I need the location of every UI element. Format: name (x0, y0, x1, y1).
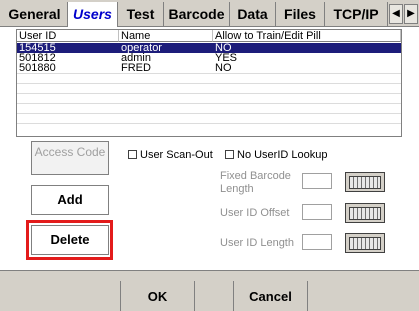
delete-button[interactable]: Delete (31, 225, 109, 255)
grid-line (17, 83, 401, 84)
tab-bar: General Users Test Barcode Data Files TC… (0, 0, 419, 28)
no-userid-lookup-checkbox[interactable] (225, 150, 234, 159)
table-row[interactable]: 501812 admin YES (17, 53, 401, 64)
column-header-user-id[interactable]: User ID (17, 30, 119, 42)
fixed-barcode-length-keypad-button[interactable] (345, 172, 385, 192)
fixed-barcode-length-label: Fixed Barcode Length (220, 170, 291, 195)
users-panel: User ID Name Allow to Train/Edit Pill 15… (0, 27, 419, 270)
grid-line (17, 103, 401, 104)
cell-user-id: 501880 (19, 62, 56, 74)
ok-button[interactable]: OK (120, 281, 195, 311)
grid-line (17, 123, 401, 124)
user-id-length-input[interactable] (302, 234, 332, 250)
user-id-offset-keypad-button[interactable] (345, 203, 385, 223)
user-scan-out-label: User Scan-Out (140, 149, 213, 161)
grid-line (17, 113, 401, 114)
list-header: User ID Name Allow to Train/Edit Pill (17, 30, 401, 42)
user-id-offset-input[interactable] (302, 204, 332, 220)
user-id-length-keypad-button[interactable] (345, 233, 385, 253)
cell-name: FRED (121, 62, 151, 74)
grid-line (17, 93, 401, 94)
tab-barcode[interactable]: Barcode (164, 2, 230, 26)
cell-allow: NO (215, 62, 232, 74)
user-id-offset-label: User ID Offset (220, 207, 290, 219)
add-button[interactable]: Add (31, 185, 109, 215)
column-header-name[interactable]: Name (119, 30, 213, 42)
keyboard-icon (349, 206, 381, 220)
grid-line (17, 73, 401, 74)
tab-test[interactable]: Test (118, 2, 164, 26)
tab-scroll-left-icon[interactable]: ◀ (389, 4, 403, 24)
table-row[interactable]: 154515 operator NO (17, 43, 401, 54)
user-id-length-label: User ID Length (220, 237, 294, 249)
tab-files[interactable]: Files (276, 2, 325, 26)
user-scan-out-checkbox[interactable] (128, 150, 137, 159)
no-userid-lookup-label: No UserID Lookup (237, 149, 328, 161)
cancel-button[interactable]: Cancel (233, 281, 308, 311)
column-header-allow-train[interactable]: Allow to Train/Edit Pill (213, 30, 401, 42)
tab-general[interactable]: General (2, 2, 68, 26)
tab-users[interactable]: Users (68, 2, 118, 28)
tab-scroll-right-icon[interactable]: ▶ (404, 4, 418, 24)
keyboard-icon (349, 236, 381, 250)
fixed-barcode-length-input[interactable] (302, 173, 332, 189)
access-code-button[interactable]: Access Code (31, 141, 109, 175)
user-list[interactable]: User ID Name Allow to Train/Edit Pill 15… (16, 29, 402, 137)
tab-tcpip[interactable]: TCP/IP (325, 2, 388, 26)
bottom-bar: OK Cancel (0, 270, 419, 311)
keyboard-icon (349, 175, 381, 189)
tab-data[interactable]: Data (230, 2, 276, 26)
table-row[interactable]: 501880 FRED NO (17, 62, 401, 74)
